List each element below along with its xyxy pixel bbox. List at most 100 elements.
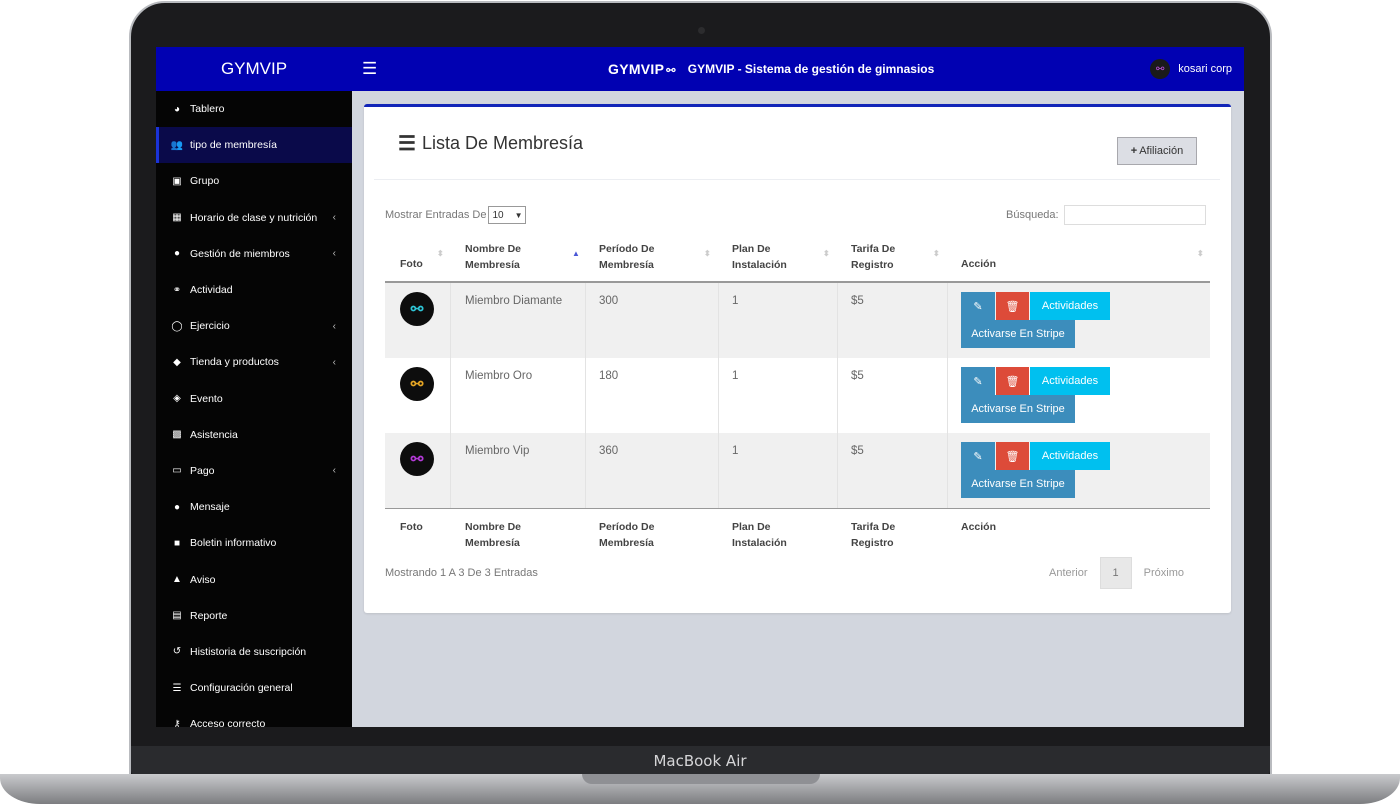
sidebar-item[interactable]: ◕ Tablero <box>156 91 352 127</box>
column-separator <box>947 433 948 508</box>
sidebar-item[interactable]: ↺ Hististoria de suscripción <box>156 634 352 670</box>
activities-button[interactable]: Actividades <box>1030 367 1110 395</box>
report-icon: ▤ <box>172 610 182 622</box>
edit-icon: ✎ <box>973 450 983 463</box>
sidebar-item[interactable]: ⚷ Acceso correcto <box>156 706 352 727</box>
dumbbell-icon: ⚯ <box>400 442 434 476</box>
column-header-label: Acción <box>961 258 997 270</box>
entries-select[interactable]: 10 ▼ <box>488 206 527 224</box>
column-header[interactable]: Nombre De Membresía <box>465 233 521 281</box>
pagination-next[interactable]: Próximo <box>1132 557 1196 589</box>
cell-period: 180 <box>599 370 619 382</box>
column-header[interactable]: Acción <box>961 233 996 281</box>
chevron-left-icon: ‹ <box>332 212 336 224</box>
sort-icon[interactable]: ⬍ <box>933 249 940 258</box>
sidebar-item[interactable]: ▦ Horario de clase y nutrición ‹ <box>156 200 352 236</box>
sidebar-item-label: Configuración general <box>190 682 293 695</box>
entries-control: Mostrar Entradas De 10 ▼ <box>385 206 527 224</box>
sidebar-item[interactable]: ⚭ Actividad <box>156 272 352 308</box>
sidebar-item[interactable]: ■ Boletin informativo <box>156 525 352 561</box>
edit-button[interactable]: ✎ <box>961 442 995 470</box>
table-row: ⚯ Miembro Diamante 300 1 $5 ✎ 🗑 Actividades Acti… <box>385 283 1210 358</box>
sidebar-item[interactable]: ● Gestión de miembros ‹ <box>156 236 352 272</box>
divider <box>374 179 1220 180</box>
column-footer: Foto <box>400 521 423 533</box>
sort-icon[interactable]: ⬍ <box>437 249 444 258</box>
column-separator <box>450 433 451 508</box>
add-membership-button[interactable]: + Afiliación <box>1117 137 1197 165</box>
pagination-page[interactable]: 1 <box>1099 557 1132 589</box>
users-icon: 👥 <box>170 139 184 151</box>
page-title-text: Lista De Membresía <box>421 133 583 153</box>
sidebar-item[interactable]: 👥 tipo de membresía <box>156 127 352 164</box>
edit-button[interactable]: ✎ <box>961 292 995 320</box>
stripe-button[interactable]: Activarse En Stripe <box>961 470 1075 498</box>
column-header[interactable]: Período De Membresía <box>599 233 654 281</box>
delete-button[interactable]: 🗑 <box>996 292 1029 320</box>
column-header-label: Tarifa De Registro <box>851 243 896 271</box>
column-header[interactable]: Foto <box>400 233 423 281</box>
delete-button[interactable]: 🗑 <box>996 442 1029 470</box>
column-separator <box>837 358 838 433</box>
column-separator <box>450 358 451 433</box>
key-icon: ⚷ <box>173 718 181 727</box>
list-icon: ☰ <box>398 133 416 155</box>
sidebar-item[interactable]: ◆ Tienda y productos ‹ <box>156 344 352 380</box>
column-header-label: Foto <box>400 258 423 270</box>
sort-icon[interactable]: ▲ <box>572 249 580 258</box>
sidebar-item[interactable]: ☰ Configuración general <box>156 670 352 706</box>
hamburger-icon[interactable]: ☰ <box>362 59 377 79</box>
sidebar-item[interactable]: ◯ Ejercicio ‹ <box>156 308 352 344</box>
sidebar-item[interactable]: ▲ Aviso <box>156 561 352 597</box>
sidebar-item[interactable]: ▤ Reporte <box>156 598 352 634</box>
edit-icon: ✎ <box>973 375 983 388</box>
cell-plan: 1 <box>732 295 739 307</box>
avatar: ⚯ <box>1150 59 1171 79</box>
table-row: ⚯ Miembro Oro 180 1 $5 ✎ 🗑 Actividades Activarse… <box>385 358 1210 433</box>
delete-button[interactable]: 🗑 <box>996 367 1029 395</box>
history-icon: ↺ <box>172 646 182 658</box>
dumbbell-icon: ⚯ <box>400 367 434 401</box>
sidebar-item-label: Reporte <box>190 609 228 622</box>
cell-name: Miembro Diamante <box>465 295 563 307</box>
column-header[interactable]: Tarifa De Registro <box>851 233 895 281</box>
sidebar-item[interactable]: ● Mensaje <box>156 489 352 525</box>
membership-card: ☰ Lista De Membresía + Afiliación Mostra… <box>364 104 1231 613</box>
sort-icon[interactable]: ⬍ <box>1197 249 1204 258</box>
search-input[interactable] <box>1063 205 1206 225</box>
sort-icon[interactable]: ⬍ <box>704 249 711 258</box>
brand-logo[interactable]: GYMVIP <box>156 47 352 91</box>
sidebar-item[interactable]: ▣ Grupo <box>156 163 352 199</box>
sidebar-item-label: Boletin informativo <box>190 537 277 550</box>
pagination-prev[interactable]: Anterior <box>1037 557 1100 589</box>
sidebar-item-label: Tablero <box>190 103 225 116</box>
column-header[interactable]: Plan De Instalación <box>732 233 787 281</box>
stripe-button[interactable]: Activarse En Stripe <box>961 395 1075 423</box>
cell-name: Miembro Vip <box>465 445 530 457</box>
activities-button[interactable]: Actividades <box>1030 442 1110 470</box>
sidebar-item-label: tipo de membresía <box>190 139 277 152</box>
cell-fee: $5 <box>851 445 864 457</box>
sidebar-item-label: Acceso correcto <box>190 718 266 727</box>
column-footer: Tarifa De Registro <box>851 521 896 549</box>
edit-button[interactable]: ✎ <box>961 367 995 395</box>
pagination: Anterior 1 Próximo <box>1037 557 1196 589</box>
column-footer: Acción <box>961 521 997 533</box>
calendar-icon: ▦ <box>172 212 182 224</box>
user-menu[interactable]: ⚯ kosari corp <box>1150 47 1232 91</box>
sidebar-item-label: Ejercicio <box>190 320 230 333</box>
sidebar-item-label: Gestión de miembros <box>190 247 290 260</box>
sort-icon[interactable]: ⬍ <box>823 249 830 258</box>
sidebar-item[interactable]: ▭ Pago ‹ <box>156 453 352 489</box>
sidebar-item[interactable]: ◈ Evento <box>156 381 352 417</box>
column-header-label: Nombre De Membresía <box>465 243 522 271</box>
stripe-button[interactable]: Activarse En Stripe <box>961 320 1075 348</box>
pie-chart-icon: ◕ <box>173 103 181 115</box>
sidebar-item[interactable]: ▩ Asistencia <box>156 417 352 453</box>
attendance-icon: ▩ <box>172 429 182 441</box>
column-header-label: Plan De Instalación <box>732 243 787 271</box>
activities-button[interactable]: Actividades <box>1030 292 1110 320</box>
top-navbar: GYMVIP ☰ GYMVIP ⚯ GYMVIP - Sistema de ges… <box>156 47 1244 91</box>
table-header: Foto ⬍ Nombre De Membresía ▲ Período De Membre… <box>385 233 1210 283</box>
membership-table: Foto ⬍ Nombre De Membresía ▲ Período De Membre… <box>385 233 1210 558</box>
